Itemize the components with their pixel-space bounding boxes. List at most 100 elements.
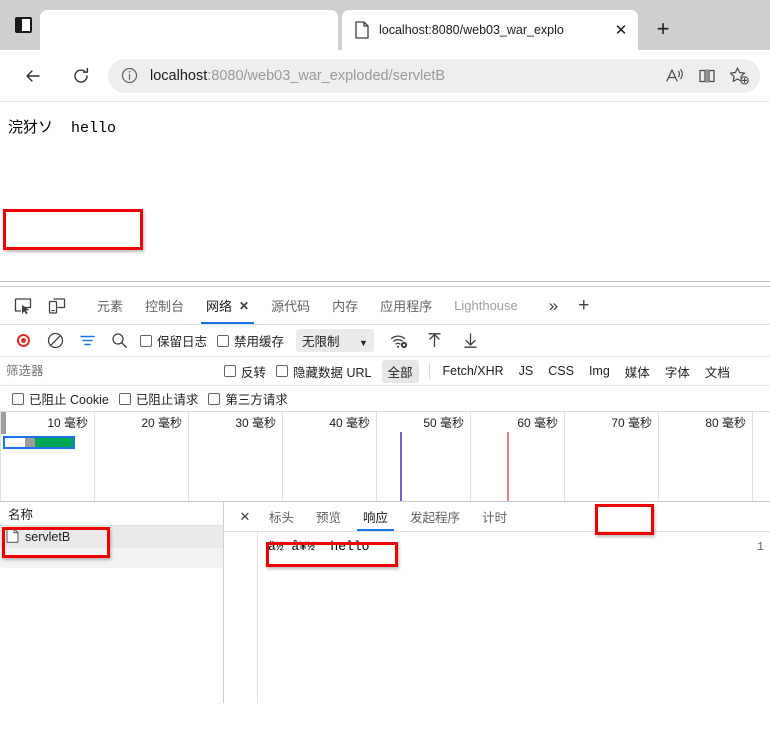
device-toolbar-icon[interactable] xyxy=(42,292,72,320)
chevron-down-icon: ▼ xyxy=(359,338,368,348)
timeline-tick-label: 20 毫秒 xyxy=(141,414,188,431)
overview-request-bar[interactable] xyxy=(3,436,75,449)
tab-localhost[interactable]: localhost:8080/web03_war_explo ✕ xyxy=(342,10,638,50)
annotation-box-page-output xyxy=(3,209,143,250)
invert-checkbox[interactable]: 反转 xyxy=(224,362,266,381)
type-filter-fetch-xhr[interactable]: Fetch/XHR xyxy=(437,362,510,380)
request-segment-download xyxy=(35,438,73,447)
detail-tab-response[interactable]: 响应 xyxy=(352,502,399,531)
detail-tab-timing[interactable]: 计时 xyxy=(471,502,518,531)
timeline-tick-label: 60 毫秒 xyxy=(517,414,564,431)
timeline-tick-label: 80 毫秒 xyxy=(705,414,752,431)
request-detail-pane: ✕ 标头 预览 响应 发起程序 计时 1 ä½ å¥½ hello xyxy=(224,502,770,703)
site-info-icon[interactable] xyxy=(116,63,142,89)
checkbox-box[interactable] xyxy=(276,365,288,377)
add-panel-button[interactable]: + xyxy=(572,295,595,317)
devtools-tab-lighthouse[interactable]: Lighthouse xyxy=(443,287,529,324)
checkbox-box[interactable] xyxy=(217,335,229,347)
timeline-gridline xyxy=(188,412,189,502)
clear-button[interactable] xyxy=(40,328,70,354)
third-party-label: 第三方请求 xyxy=(225,389,288,408)
tab-close-button[interactable]: ✕ xyxy=(608,17,634,43)
detail-tab-preview[interactable]: 预览 xyxy=(305,502,352,531)
request-list-empty-row xyxy=(0,548,223,568)
add-favorite-icon[interactable] xyxy=(724,62,754,90)
browser-essentials-button[interactable] xyxy=(6,4,40,46)
timeline-tick-label: 70 毫秒 xyxy=(611,414,658,431)
devtools-tabs: 元素 控制台 网络 ✕ 源代码 内存 应用程序 Lighthouse xyxy=(86,287,529,324)
type-filter-img[interactable]: Img xyxy=(583,362,616,380)
tab-blank[interactable] xyxy=(40,10,338,50)
split-screen-icon[interactable] xyxy=(692,62,722,90)
import-har-button[interactable] xyxy=(420,328,450,354)
network-toolbar: 保留日志 禁用缓存 无限制 ▼ xyxy=(0,325,770,357)
address-bar-text[interactable]: localhost:8080/web03_war_exploded/servle… xyxy=(150,68,660,84)
tab-strip: localhost:8080/web03_war_explo ✕ + xyxy=(0,0,770,50)
export-har-button[interactable] xyxy=(456,328,486,354)
timeline-gridline xyxy=(470,412,471,502)
devtools-tab-sources[interactable]: 源代码 xyxy=(260,287,321,324)
devtools-tab-console[interactable]: 控制台 xyxy=(134,287,195,324)
devtools-tab-application[interactable]: 应用程序 xyxy=(369,287,443,324)
third-party-requests-checkbox[interactable]: 第三方请求 xyxy=(208,389,288,408)
code-gutter xyxy=(224,532,258,703)
reload-button[interactable] xyxy=(64,59,98,93)
type-filter-css[interactable]: CSS xyxy=(542,362,580,380)
timeline-gridline xyxy=(752,412,753,502)
page-document-icon xyxy=(354,21,370,39)
hide-data-urls-label: 隐藏数据 URL xyxy=(293,362,371,381)
edge-browser-window: localhost:8080/web03_war_explo ✕ + xyxy=(0,0,770,732)
filter-input[interactable] xyxy=(6,364,224,378)
record-button[interactable] xyxy=(8,328,38,354)
timeline-gridline xyxy=(282,412,283,502)
network-overview-timeline[interactable]: 10 毫秒 20 毫秒 30 毫秒 40 毫秒 50 毫秒 60 毫秒 70 毫… xyxy=(0,412,770,502)
response-body-view[interactable]: 1 ä½ å¥½ hello xyxy=(224,532,770,703)
more-tabs-button[interactable]: » xyxy=(541,296,566,316)
disable-cache-checkbox[interactable]: 禁用缓存 xyxy=(217,331,284,350)
toggle-filter-button[interactable] xyxy=(72,328,102,354)
hide-data-urls-checkbox[interactable]: 隐藏数据 URL xyxy=(276,362,371,381)
type-filter-doc[interactable]: 文档 xyxy=(699,360,736,383)
type-filter-font[interactable]: 字体 xyxy=(659,360,696,383)
timeline-tick-label: 10 毫秒 xyxy=(47,414,94,431)
close-icon[interactable]: ✕ xyxy=(239,299,249,313)
devtools-tab-label: 网络 xyxy=(206,296,232,315)
column-header-name: 名称 xyxy=(8,504,33,523)
detail-tab-headers[interactable]: 标头 xyxy=(258,502,305,531)
timeline-tick-label: 30 毫秒 xyxy=(235,414,282,431)
invert-label: 反转 xyxy=(241,362,266,381)
close-detail-icon[interactable]: ✕ xyxy=(232,505,258,529)
throttling-select[interactable]: 无限制 ▼ xyxy=(296,329,374,352)
inspect-element-icon[interactable] xyxy=(8,292,38,320)
address-bar[interactable]: localhost:8080/web03_war_exploded/servle… xyxy=(108,59,760,93)
checkbox-box[interactable] xyxy=(208,393,220,405)
devtools-tab-label: Lighthouse xyxy=(454,298,518,313)
checkbox-box[interactable] xyxy=(119,393,131,405)
new-tab-button[interactable]: + xyxy=(646,12,680,46)
read-aloud-icon[interactable] xyxy=(660,62,690,90)
search-button[interactable] xyxy=(104,328,134,354)
table-row[interactable]: servletB xyxy=(0,526,223,548)
checkbox-box[interactable] xyxy=(12,393,24,405)
file-icon xyxy=(6,528,19,546)
request-list-header: 名称 xyxy=(0,502,223,526)
devtools-tab-network[interactable]: 网络 ✕ xyxy=(195,287,260,324)
url-host: localhost xyxy=(150,68,207,84)
type-filter-js[interactable]: JS xyxy=(513,362,540,380)
blocked-cookies-checkbox[interactable]: 已阻止 Cookie xyxy=(12,389,109,408)
network-conditions-button[interactable] xyxy=(384,328,414,354)
back-button[interactable] xyxy=(16,59,50,93)
devtools-tab-elements[interactable]: 元素 xyxy=(86,287,134,324)
timeline-gridline xyxy=(564,412,565,502)
detail-tab-initiator[interactable]: 发起程序 xyxy=(399,502,471,531)
checkbox-box[interactable] xyxy=(224,365,236,377)
checkbox-box[interactable] xyxy=(140,335,152,347)
filter-icon xyxy=(79,333,96,348)
blocked-requests-checkbox[interactable]: 已阻止请求 xyxy=(119,389,199,408)
type-filter-all[interactable]: 全部 xyxy=(382,360,419,383)
devtools-tab-memory[interactable]: 内存 xyxy=(321,287,369,324)
timeline-gridline xyxy=(94,412,95,502)
timeline-tick-label: 50 毫秒 xyxy=(423,414,470,431)
type-filter-media[interactable]: 媒体 xyxy=(619,360,656,383)
preserve-log-checkbox[interactable]: 保留日志 xyxy=(140,331,207,350)
